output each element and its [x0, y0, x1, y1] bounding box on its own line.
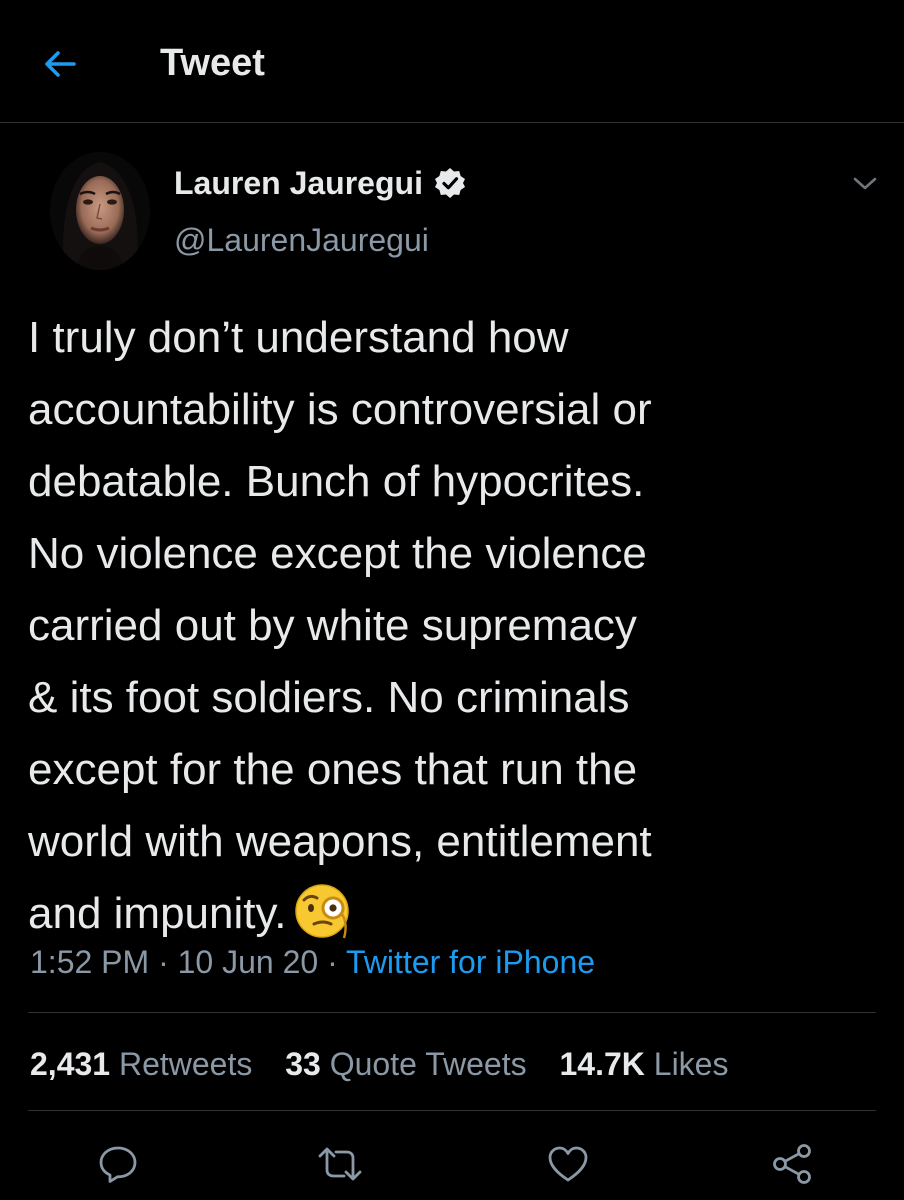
tweet-time[interactable]: 1:52 PM [30, 944, 149, 980]
chevron-down-icon [853, 177, 877, 190]
quote-tweets-label: Quote Tweets [329, 1046, 527, 1082]
top-bar: Tweet [0, 0, 904, 123]
tweet-source-link[interactable]: Twitter for iPhone [346, 944, 595, 980]
retweets-count: 2,431 [30, 1046, 111, 1082]
retweet-button[interactable] [312, 1136, 368, 1192]
quote-tweets-count: 33 [285, 1046, 321, 1082]
user-handle[interactable]: @LaurenJauregui [174, 218, 429, 262]
quote-tweets-stat[interactable]: 33 Quote Tweets [285, 1046, 526, 1082]
divider [28, 1110, 876, 1111]
reply-button[interactable] [90, 1136, 146, 1192]
tweet-date[interactable]: 10 Jun 20 [178, 944, 319, 980]
share-button[interactable] [764, 1136, 820, 1192]
likes-stat[interactable]: 14.7K Likes [559, 1046, 728, 1082]
engagement-stats: 2,431 Retweets 33 Quote Tweets 14.7K Lik… [30, 1040, 752, 1088]
back-button[interactable] [32, 36, 88, 92]
display-name: Lauren Jauregui [174, 164, 423, 201]
meta-separator: · [158, 944, 178, 980]
verified-badge-icon [433, 166, 467, 200]
retweets-stat[interactable]: 2,431 Retweets [30, 1046, 252, 1082]
divider [28, 1012, 876, 1013]
like-button[interactable] [540, 1136, 596, 1192]
profile-photo [50, 152, 150, 270]
arrow-left-icon [45, 51, 76, 77]
more-options-button[interactable] [848, 170, 882, 198]
like-icon [548, 1146, 588, 1182]
face-with-monocle-icon [292, 880, 354, 942]
reply-icon [99, 1146, 137, 1183]
share-icon [773, 1144, 811, 1184]
retweet-icon [318, 1147, 362, 1181]
retweets-label: Retweets [118, 1046, 253, 1082]
action-bar [0, 1136, 904, 1192]
meta-separator: · [327, 944, 347, 980]
tweet-text: I truly don’t understand how accountabil… [28, 313, 652, 938]
page-title: Tweet [160, 42, 265, 84]
avatar[interactable] [50, 152, 150, 270]
author-name-row[interactable]: Lauren Jauregui [174, 158, 467, 208]
likes-count: 14.7K [559, 1046, 645, 1082]
tweet-metadata: 1:52 PM · 10 Jun 20 · Twitter for iPhone [30, 938, 595, 986]
tweet-body: I truly don’t understand how accountabil… [28, 302, 868, 950]
likes-label: Likes [653, 1046, 729, 1082]
